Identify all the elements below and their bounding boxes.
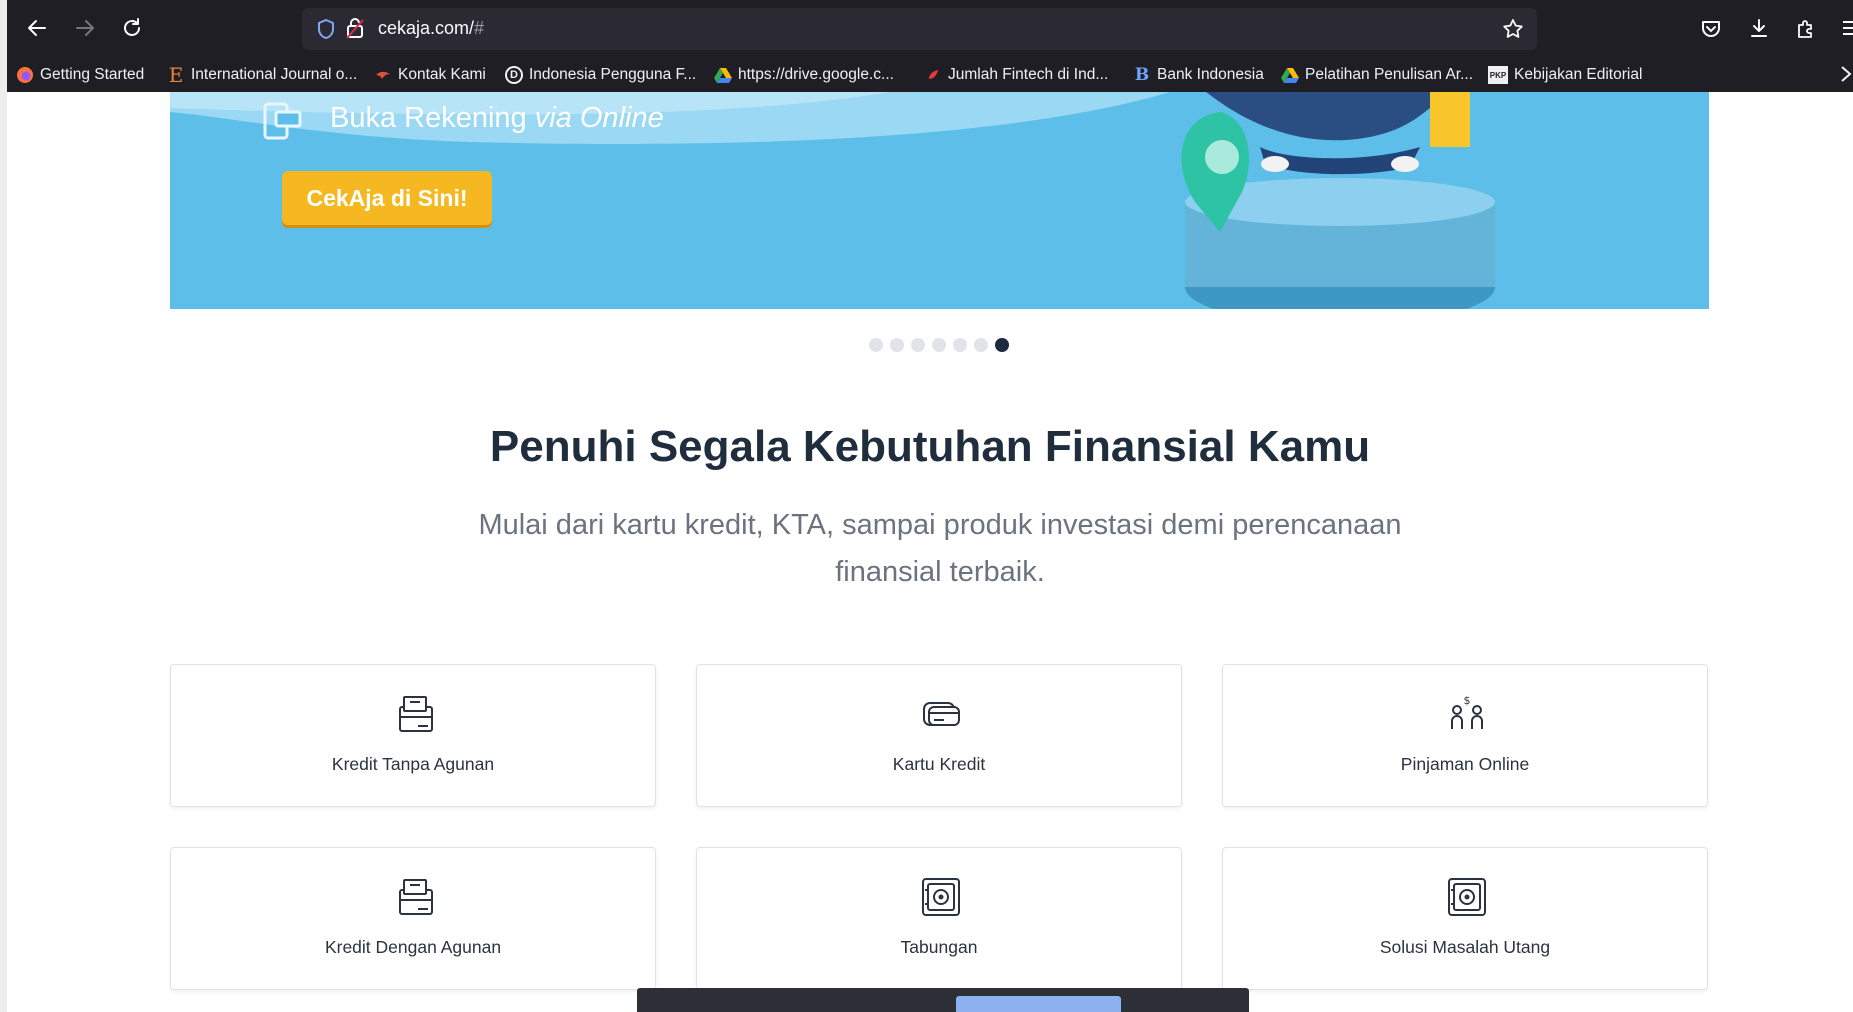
- arrow-left-icon: [28, 20, 46, 36]
- product-card-kartu-kredit[interactable]: Kartu Kredit: [696, 664, 1182, 807]
- cookie-accept-button[interactable]: [956, 996, 1121, 1012]
- people-money-icon: $: [1451, 694, 1483, 729]
- carousel-dot[interactable]: [911, 338, 925, 352]
- url-host: cekaja.com/: [378, 18, 475, 38]
- back-button[interactable]: [19, 10, 55, 46]
- product-card-solusi-masalah-utang[interactable]: Solusi Masalah Utang: [1222, 847, 1708, 990]
- forward-button[interactable]: [67, 10, 103, 46]
- red-leaf-icon: [924, 66, 942, 84]
- bank-indonesia-icon: B: [1134, 65, 1150, 85]
- product-card-tabungan[interactable]: Tabungan: [696, 847, 1182, 990]
- bookmarks-toolbar: Getting Started E International Journal …: [7, 57, 1853, 92]
- menu-button[interactable]: [1833, 10, 1853, 46]
- carousel-dot[interactable]: [932, 338, 946, 352]
- puzzle-icon: [1798, 20, 1812, 38]
- product-card-kredit-dengan-agunan[interactable]: Kredit Dengan Agunan: [170, 847, 656, 990]
- extensions-button[interactable]: [1788, 10, 1824, 46]
- bookmark-label: https://drive.google.c...: [738, 66, 894, 83]
- reload-button[interactable]: [114, 10, 150, 46]
- carousel-dot[interactable]: [974, 338, 988, 352]
- carousel-dot[interactable]: [953, 338, 967, 352]
- d-logo-icon: D: [505, 66, 523, 84]
- cookie-consent-bar: [637, 988, 1249, 1012]
- bookmark-label: Bank Indonesia: [1157, 66, 1264, 83]
- url-text[interactable]: cekaja.com/#: [378, 18, 484, 39]
- cekaja-cta-button[interactable]: CekAja di Sini!: [282, 171, 492, 225]
- section-title: Penuhi Segala Kebutuhan Finansial Kamu: [489, 422, 1371, 471]
- bookmark-jumlah-fintech[interactable]: Jumlah Fintech di Ind...: [924, 64, 1108, 86]
- product-card-kredit-tanpa-agunan[interactable]: Kredit Tanpa Agunan: [170, 664, 656, 807]
- address-bar[interactable]: cekaja.com/#: [302, 8, 1537, 50]
- google-drive-icon: [714, 66, 732, 84]
- journal-e-icon: E: [168, 63, 184, 87]
- shield-icon: [318, 18, 334, 40]
- bookmark-kontak-kami[interactable]: Kontak Kami: [374, 64, 486, 86]
- hamburger-icon: [1843, 21, 1853, 35]
- downloads-button[interactable]: [1741, 10, 1777, 46]
- pkp-logo-icon: PKP: [1488, 66, 1508, 84]
- bookmark-label: Kontak Kami: [398, 66, 486, 83]
- hero-tagline-prefix: Buka Rekening: [330, 102, 535, 134]
- bookmark-label: Kebijakan Editorial: [1514, 66, 1643, 83]
- reload-icon: [124, 18, 140, 36]
- wallet-icon: [399, 696, 433, 732]
- wallet-icon: [399, 879, 433, 915]
- carousel-dot[interactable]: [890, 338, 904, 352]
- hero-banner[interactable]: Buka Rekening via Online CekAja di Sini!: [170, 92, 1709, 309]
- web-page: Buka Rekening via Online CekAja di Sini!…: [7, 92, 1853, 1012]
- bookmark-label: Indonesia Pengguna F...: [529, 66, 697, 83]
- bookmark-label: International Journal o...: [191, 66, 358, 83]
- carousel-dot[interactable]: [995, 338, 1009, 352]
- bookmark-pelatihan-penulisan[interactable]: Pelatihan Penulisan Ar...: [1281, 64, 1473, 86]
- product-label: Pinjaman Online: [1400, 754, 1530, 774]
- download-icon: [1751, 19, 1767, 37]
- bookmark-label: Getting Started: [40, 66, 145, 83]
- bookmark-kebijakan-editorial[interactable]: PKP Kebijakan Editorial: [1488, 64, 1642, 86]
- section-subtitle-line2: finansial terbaik.: [835, 556, 1045, 588]
- google-drive-icon: [1281, 66, 1299, 84]
- section-subtitle-line1: Mulai dari kartu kredit, KTA, sampai pro…: [478, 509, 1402, 541]
- chevron-right-icon[interactable]: [1839, 65, 1853, 83]
- carousel-indicators: [869, 338, 1009, 352]
- svg-text:$: $: [1464, 694, 1471, 707]
- bookmark-label: Pelatihan Penulisan Ar...: [1305, 66, 1474, 83]
- browser-toolbar: cekaja.com/#: [7, 0, 1853, 57]
- credit-card-icon: [923, 702, 960, 726]
- bookmark-label: Jumlah Fintech di Ind...: [948, 66, 1109, 83]
- pocket-icon: [1702, 21, 1720, 37]
- url-hash: #: [474, 18, 485, 38]
- browser-window: cekaja.com/# Getting Started E Internati…: [7, 0, 1853, 1012]
- hero-tagline-italic: via Online: [534, 102, 664, 134]
- firefox-icon: [16, 66, 34, 84]
- product-card-pinjaman-online[interactable]: $ Pinjaman Online: [1222, 664, 1708, 807]
- product-label: Kredit Tanpa Agunan: [331, 754, 495, 774]
- safe-icon: [922, 878, 960, 916]
- product-label: Tabungan: [900, 937, 978, 957]
- pocket-button[interactable]: [1693, 10, 1729, 46]
- bookmark-indonesia-pengguna[interactable]: D Indonesia Pengguna F...: [505, 64, 696, 86]
- section-subtitle: Mulai dari kartu kredit, KTA, sampai pro…: [470, 502, 1410, 596]
- product-label: Kartu Kredit: [892, 754, 986, 774]
- bookmark-bank-indonesia[interactable]: B Bank Indonesia: [1133, 64, 1264, 86]
- bookmark-google-drive[interactable]: https://drive.google.c...: [714, 64, 894, 86]
- product-label: Solusi Masalah Utang: [1379, 937, 1551, 957]
- star-icon[interactable]: [1502, 18, 1524, 40]
- arrow-right-icon: [76, 20, 94, 36]
- bookmark-getting-started[interactable]: Getting Started: [16, 64, 144, 86]
- safe-icon: [1448, 878, 1486, 916]
- insecure-lock-icon[interactable]: [346, 17, 364, 39]
- bird-icon: [374, 66, 392, 84]
- hero-tagline: Buka Rekening via Online: [330, 102, 664, 135]
- bookmark-international-journal[interactable]: E International Journal o...: [167, 63, 358, 87]
- product-label: Kredit Dengan Agunan: [324, 937, 502, 957]
- carousel-dot[interactable]: [869, 338, 883, 352]
